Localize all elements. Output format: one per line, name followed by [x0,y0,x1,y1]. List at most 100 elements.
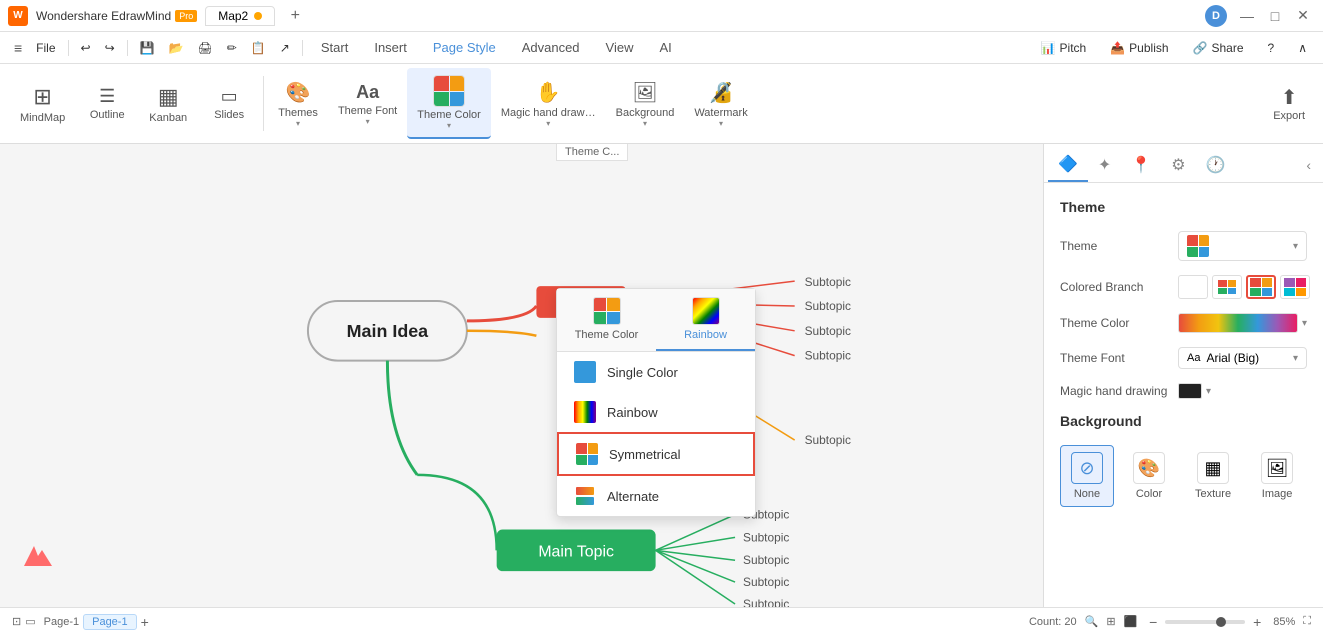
panel-tab-style[interactable]: ✦ [1088,149,1121,181]
fit-view-button[interactable]: ⊡ [12,615,21,628]
cb-option-2[interactable] [1212,275,1242,299]
panel-tab-settings[interactable]: ⚙ [1161,149,1195,181]
dropdown-item-single-color[interactable]: Single Color [557,352,755,392]
tab-insert[interactable]: Insert [362,36,419,59]
outline-view-button[interactable]: ☰ Outline [77,68,137,139]
collapse-ribbon-button[interactable]: ∧ [1290,38,1315,58]
open-button[interactable]: 📂 [163,38,190,58]
minimize-button[interactable]: — [1235,4,1259,28]
panel-tab-location[interactable]: 📍 [1121,149,1161,181]
theme-color-strip[interactable] [1178,313,1298,333]
tab-advanced[interactable]: Advanced [510,36,592,59]
colored-branch-label: Colored Branch [1060,280,1170,294]
add-page-button[interactable]: + [141,614,149,630]
theme-color-dropdown[interactable]: Theme Color Rainbow Single Color [556,288,756,517]
magic-hand-button[interactable]: ✋ Magic hand draw… ▾ [491,68,606,139]
canvas[interactable]: Main Idea Main Subtopic Subtopic Subtopi… [0,144,1043,607]
kanban-view-button[interactable]: ▦ Kanban [137,68,199,139]
theme-color-dropdown-arrow[interactable]: ▾ [1302,318,1307,329]
colored-branch-row: Colored Branch [1060,275,1307,299]
tab-page-style[interactable]: Page Style [421,36,508,59]
theme-font-value: Arial (Big) [1206,351,1259,365]
right-panel-tabs: 🔷 ✦ 📍 ⚙ 🕐 ‹ [1044,144,1323,183]
close-button[interactable]: ✕ [1291,4,1315,28]
app-name: Wondershare EdrawMind Pro [36,9,197,23]
user-avatar[interactable]: D [1205,5,1227,27]
zoom-thumb [1216,617,1226,627]
symmetrical-label: Symmetrical [609,447,681,462]
active-page-tab[interactable]: Page-1 [83,614,136,630]
themes-button[interactable]: 🎨 Themes ▾ [268,68,328,139]
bg-image-label: Image [1262,488,1293,500]
theme-color-sub-label: Theme C... [556,144,628,161]
page-tabs-area: Page-1 Page-1 + [44,614,149,630]
theme-color-button[interactable]: Theme Color ▾ [407,68,491,139]
redo-button[interactable]: ↪ [99,38,121,58]
pitch-button[interactable]: 📊Pitch [1033,38,1095,58]
tab-start[interactable]: Start [309,36,360,59]
bg-option-image[interactable]: 🖼 Image [1250,445,1304,507]
zoom-slider[interactable] [1165,620,1245,624]
zoom-plus-button[interactable]: + [1249,614,1265,630]
fit-page-button[interactable]: ⊞ [1106,615,1115,628]
fullscreen-button[interactable]: ⛶ [1303,615,1311,628]
actual-size-button[interactable]: ▭ [25,615,35,628]
rainbow-label: Rainbow [607,405,658,420]
tab-view[interactable]: View [594,36,646,59]
panel-tab-format[interactable]: 🔷 [1048,148,1088,182]
maximize-button[interactable]: □ [1263,4,1287,28]
count-label: Count: 20 [1029,616,1077,628]
help-button[interactable]: ? [1260,38,1283,58]
file-menu[interactable]: File [30,38,61,58]
undo-button[interactable]: ↩ [75,38,97,58]
cb-option-1[interactable] [1178,275,1208,299]
zoom-out-icon[interactable]: ⬛ [1124,615,1138,628]
colored-branch-control [1178,275,1310,299]
window-controls: — □ ✕ [1235,4,1315,28]
bg-option-none[interactable]: ⊘ None [1060,445,1114,507]
panel-tab-history[interactable]: 🕐 [1196,149,1236,181]
theme-font-button[interactable]: Aa Theme Font ▾ [328,68,407,139]
save-button[interactable]: 💾 [134,38,161,58]
mindmap-view-button[interactable]: ⊞ MindMap [8,68,77,139]
magic-hand-dropdown-arrow[interactable]: ▾ [1206,386,1211,397]
export-quick-button[interactable]: ↗ [274,38,296,58]
tab-ai[interactable]: AI [648,36,684,59]
cb-option-3[interactable] [1246,275,1276,299]
bg-option-texture[interactable]: ▦ Texture [1184,445,1242,507]
magic-hand-row-control: ▾ [1178,383,1307,399]
dropdown-tab-theme-color[interactable]: Theme Color [557,289,656,351]
magic-hand-color-swatch[interactable] [1178,383,1202,399]
publish-button[interactable]: 📤Publish [1102,38,1176,58]
export-icon: ⬆ [1281,85,1298,110]
active-tab[interactable]: Map2 [205,6,275,26]
new-tab-button[interactable]: + [283,4,307,28]
dropdown-tab-rainbow[interactable]: Rainbow [656,289,755,351]
magic-hand-row-label: Magic hand drawing [1060,384,1170,398]
theme-color-row-label: Theme Color [1060,316,1170,330]
background-button[interactable]: 🖼 Background ▾ [606,68,685,139]
theme-selector[interactable]: ▾ [1178,231,1307,261]
svg-text:Subtopic: Subtopic [805,349,851,363]
print-button[interactable]: 🖨 [192,38,219,58]
zoom-controls: − + [1145,614,1265,630]
export-button[interactable]: ⬆ Export [1263,68,1315,139]
search-icon[interactable]: 🔍 [1085,615,1099,628]
share-button[interactable]: 🔗Share [1185,38,1252,58]
dropdown-item-rainbow[interactable]: Rainbow [557,392,755,432]
zoom-minus-button[interactable]: − [1145,614,1161,630]
alternate-icon [573,484,597,508]
clipboard-button[interactable]: 📋 [245,38,272,58]
svg-text:Subtopic: Subtopic [743,597,789,607]
watermark-button[interactable]: 🔏 Watermark ▾ [684,68,757,139]
theme-font-selector[interactable]: Aa Arial (Big) ▾ [1178,347,1307,369]
theme-font-row-label: Theme Font [1060,351,1170,365]
bg-option-color[interactable]: 🎨 Color [1122,445,1176,507]
panel-collapse-button[interactable]: ‹ [1298,153,1319,177]
slides-view-button[interactable]: ▭ Slides [199,68,259,139]
dropdown-item-symmetrical[interactable]: Symmetrical [557,432,755,476]
menu-toggle-button[interactable]: ≡ [8,37,28,59]
edit-button[interactable]: ✏ [221,38,243,58]
cb-option-4[interactable] [1280,275,1310,299]
dropdown-item-alternate[interactable]: Alternate [557,476,755,516]
